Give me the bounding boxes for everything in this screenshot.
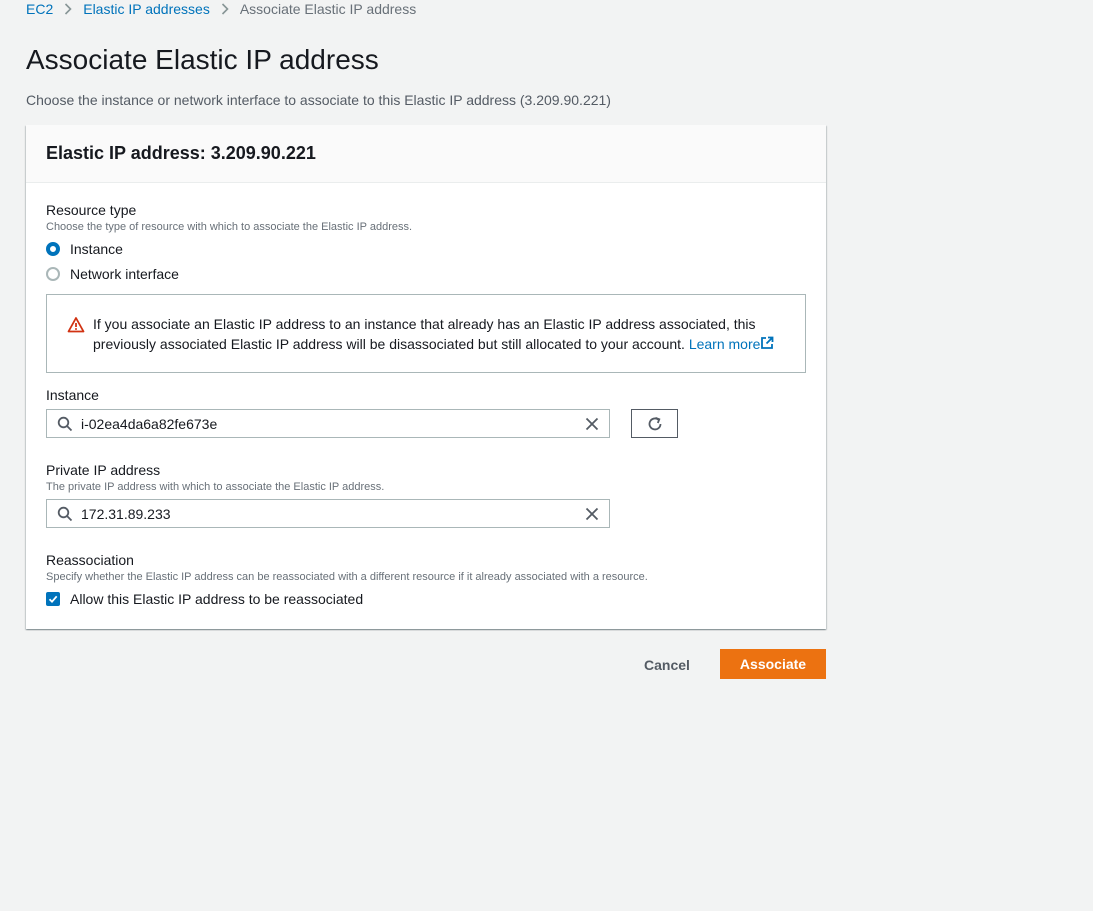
radio-network-interface-label: Network interface <box>70 266 179 282</box>
search-icon <box>57 506 73 521</box>
checkmark-icon <box>48 595 58 604</box>
reassociation-checkbox-label: Allow this Elastic IP address to be reas… <box>70 591 364 607</box>
alert-line-2: previously associated Elastic IP address… <box>93 336 685 352</box>
association-panel: Elastic IP address: 3.209.90.221 Resourc… <box>26 125 826 629</box>
close-icon[interactable] <box>585 417 599 431</box>
panel-title: Elastic IP address: 3.209.90.221 <box>46 143 316 163</box>
search-icon <box>57 416 73 431</box>
learn-more-link[interactable]: Learn more <box>689 336 775 352</box>
reassociation-option[interactable]: Allow this Elastic IP address to be reas… <box>46 589 363 609</box>
chevron-right-icon <box>53 3 83 15</box>
resource-type-label: Resource type <box>46 202 137 218</box>
breadcrumb-ec2-link[interactable]: EC2 <box>26 1 53 17</box>
radio-instance[interactable] <box>46 242 60 256</box>
instance-search-field[interactable] <box>46 409 610 438</box>
page-title: Associate Elastic IP address <box>26 44 379 75</box>
reassociation-label: Reassociation <box>46 552 134 568</box>
warning-alert: If you associate an Elastic IP address t… <box>46 294 806 373</box>
chevron-right-icon <box>210 3 240 15</box>
instance-label: Instance <box>46 387 99 403</box>
page-description: Choose the instance or network interface… <box>26 92 611 108</box>
external-link-icon <box>760 336 774 352</box>
private-ip-hint: The private IP address with which to ass… <box>46 481 385 493</box>
breadcrumb-elastic-ip-link[interactable]: Elastic IP addresses <box>83 1 210 17</box>
learn-more-label: Learn more <box>688 336 761 352</box>
private-ip-input[interactable] <box>81 505 585 522</box>
alert-line-1: If you associate an Elastic IP address t… <box>93 316 756 332</box>
associate-button[interactable]: Associate <box>720 649 826 679</box>
close-icon[interactable] <box>585 507 599 521</box>
reassociation-checkbox[interactable] <box>46 592 60 606</box>
warning-icon <box>67 316 85 334</box>
resource-type-hint: Choose the type of resource with which t… <box>46 221 413 233</box>
panel-header: Elastic IP address: 3.209.90.221 <box>26 125 826 183</box>
private-ip-label: Private IP address <box>46 462 161 478</box>
reassociation-hint: Specify whether the Elastic IP address c… <box>46 571 648 583</box>
private-ip-field[interactable] <box>46 499 610 528</box>
alert-message: If you associate an Elastic IP address t… <box>93 314 793 354</box>
breadcrumb-current: Associate Elastic IP address <box>239 1 417 17</box>
refresh-button[interactable] <box>631 409 678 438</box>
radio-option-instance[interactable]: Instance <box>46 239 123 259</box>
cancel-button[interactable]: Cancel <box>630 650 704 679</box>
instance-input[interactable] <box>81 415 585 432</box>
radio-option-network-interface[interactable]: Network interface <box>46 264 179 284</box>
refresh-icon <box>648 416 661 430</box>
radio-network-interface[interactable] <box>46 267 60 281</box>
radio-instance-label: Instance <box>70 241 123 257</box>
breadcrumb: EC2 Elastic IP addresses Associate Elast… <box>26 0 416 18</box>
